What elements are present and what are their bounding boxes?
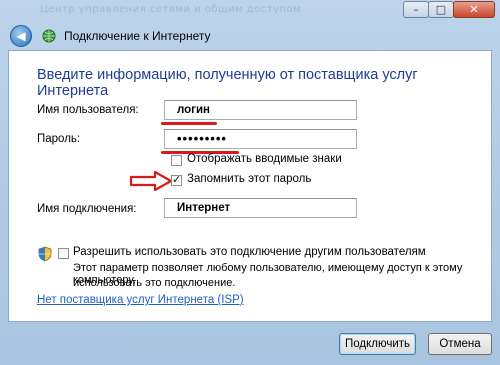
- cancel-button[interactable]: Отмена: [428, 333, 492, 355]
- network-icon: [40, 29, 58, 43]
- dialog-window: Центр управления сетями и общим доступом…: [0, 0, 500, 365]
- back-button[interactable]: ◀: [10, 25, 32, 47]
- connection-name-field[interactable]: Интернет: [164, 198, 357, 218]
- content-panel: Введите информацию, полученную от постав…: [8, 50, 492, 322]
- show-chars-checkbox[interactable]: [171, 155, 182, 166]
- red-arrow-annotation: [129, 171, 173, 191]
- blurred-title-text: Центр управления сетями и общим доступом: [40, 4, 302, 15]
- share-connection-label: Разрешить использовать это подключение д…: [73, 246, 426, 258]
- share-description-line2: использовать это подключение.: [73, 277, 236, 289]
- no-isp-link[interactable]: Нет поставщика услуг Интернета (ISP): [37, 294, 244, 306]
- connect-button[interactable]: Подключить: [339, 333, 416, 355]
- username-label: Имя пользователя:: [37, 104, 139, 116]
- title-bar: Центр управления сетями и общим доступом…: [0, 0, 500, 22]
- password-field[interactable]: •••••••••: [164, 129, 357, 149]
- back-arrow-icon: ◀: [16, 29, 26, 43]
- window-controls: – □ ✕: [403, 1, 495, 18]
- show-chars-label: Отображать вводимые знаки: [187, 153, 342, 165]
- share-connection-checkbox[interactable]: [58, 248, 69, 259]
- connection-name-label: Имя подключения:: [37, 203, 137, 215]
- maximize-button[interactable]: □: [428, 1, 454, 18]
- shield-icon: [38, 246, 52, 262]
- nav-bar: ◀ Подключение к Интернету: [8, 23, 492, 49]
- username-red-underline: [161, 122, 217, 125]
- nav-title: Подключение к Интернету: [64, 29, 211, 43]
- username-field[interactable]: логин: [164, 100, 357, 120]
- password-label: Пароль:: [37, 133, 81, 145]
- remember-password-checkbox[interactable]: [171, 173, 182, 186]
- page-heading: Введите информацию, полученную от постав…: [37, 67, 418, 99]
- remember-password-label: Запомнить этот пароль: [187, 173, 312, 185]
- minimize-button[interactable]: –: [403, 1, 429, 18]
- close-button[interactable]: ✕: [453, 1, 495, 18]
